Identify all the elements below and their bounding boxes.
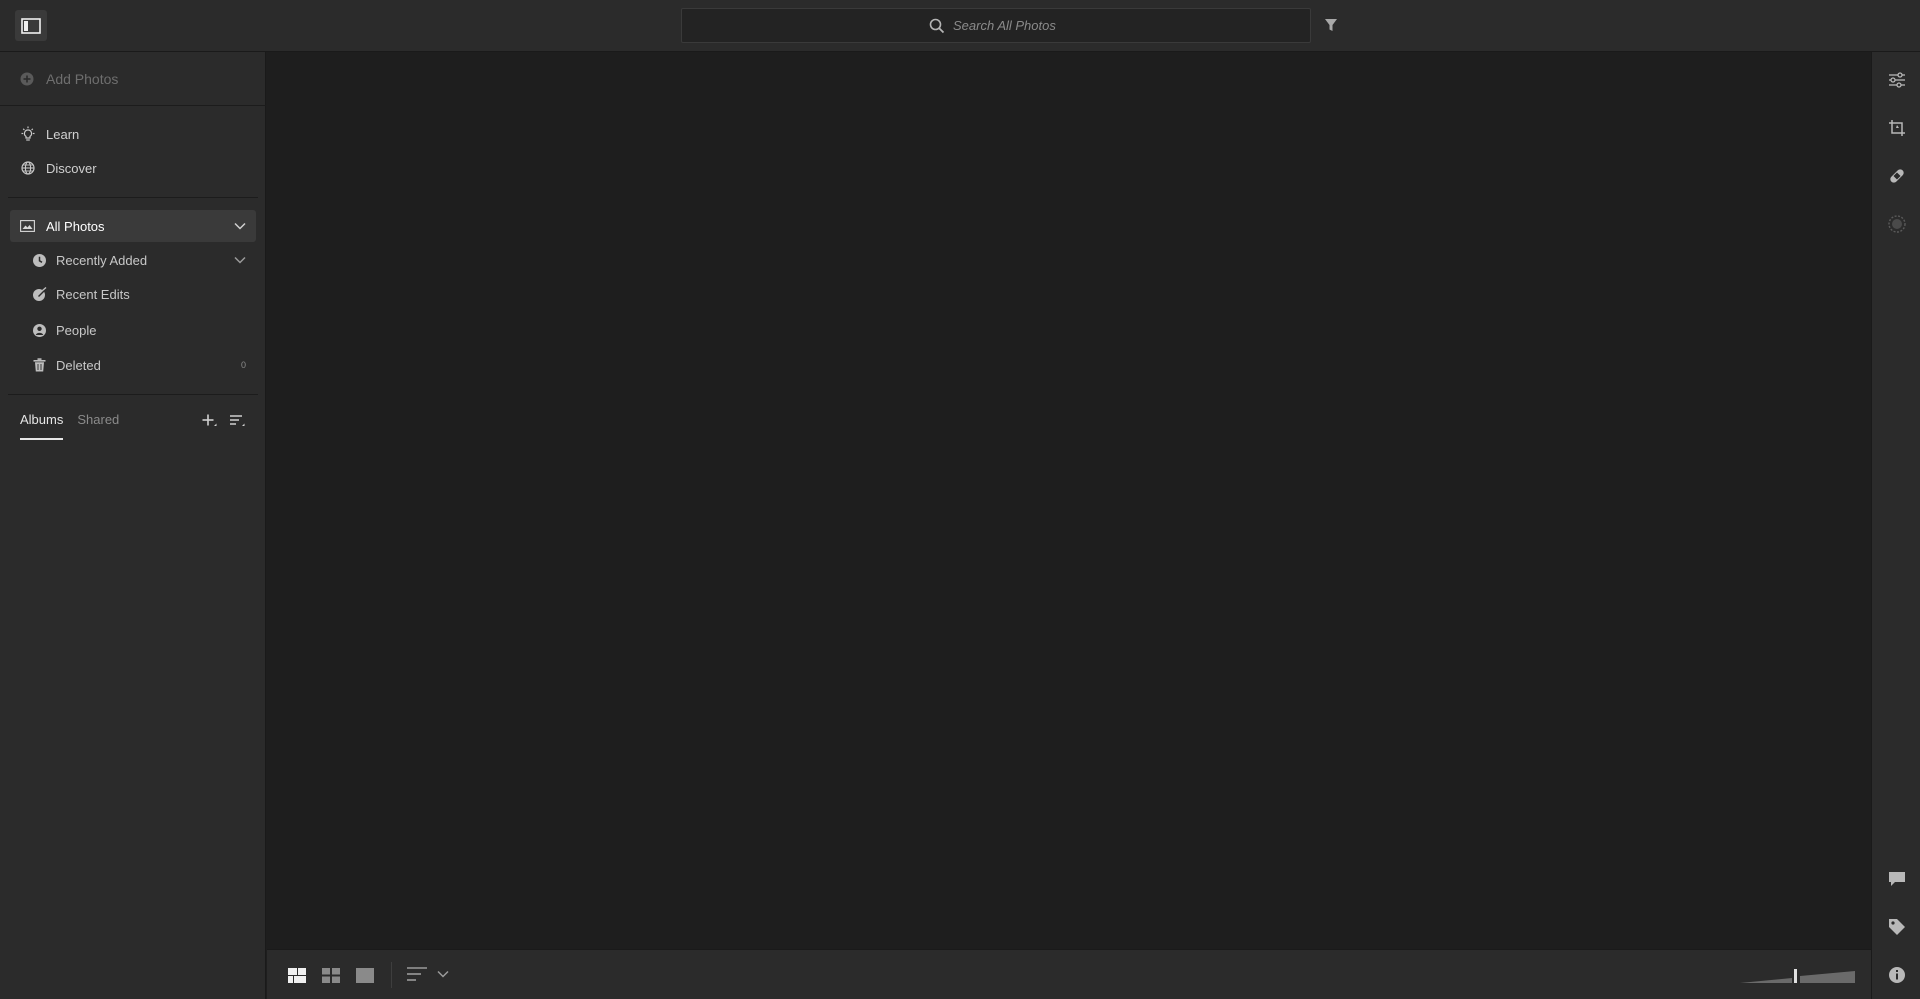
chevron-down-icon[interactable] — [234, 222, 246, 230]
tab-albums[interactable]: Albums — [20, 412, 64, 440]
sort-lines-icon — [407, 967, 427, 981]
sidebar-item-recent-edits[interactable]: Recent Edits — [0, 279, 266, 309]
chevron-down-icon[interactable] — [234, 256, 246, 264]
clock-icon — [31, 252, 47, 268]
person-icon — [31, 322, 47, 338]
detail-view-button[interactable] — [355, 966, 375, 984]
info-icon[interactable] — [1886, 964, 1908, 986]
slider-handle — [1794, 969, 1797, 983]
all-photos-label: All Photos — [46, 218, 105, 234]
masking-icon[interactable] — [1886, 213, 1908, 235]
sidebar-item-label: Recent Edits — [56, 286, 130, 302]
sort-lines-icon — [230, 415, 245, 426]
thumbnail-size-slider[interactable] — [1740, 968, 1855, 984]
edit-sliders-icon[interactable] — [1886, 69, 1908, 91]
sidebar-item-label: Deleted — [56, 357, 101, 373]
photo-grid-view-button[interactable] — [321, 966, 341, 984]
sidebar-divider — [8, 197, 258, 198]
add-photos-label: Add Photos — [46, 70, 119, 87]
globe-icon — [20, 160, 36, 176]
album-actions — [200, 412, 246, 430]
top-bar — [0, 0, 1920, 52]
tab-shared[interactable]: Shared — [77, 412, 119, 440]
plus-circle-icon — [20, 72, 34, 86]
sidebar-item-label: Recently Added — [56, 252, 148, 268]
edit-brush-icon — [31, 286, 47, 302]
photos-icon — [20, 218, 36, 234]
toolbar-divider — [391, 962, 392, 988]
single-photo-icon — [356, 967, 374, 983]
trash-icon — [31, 357, 47, 373]
add-photos-button[interactable]: Add Photos — [0, 52, 266, 106]
photo-grid-icon — [322, 967, 340, 983]
left-sidebar: Add Photos Learn Discover All Photos Rec… — [0, 52, 266, 999]
panel-toggle-icon — [21, 17, 41, 34]
sidebar-item-deleted[interactable]: Deleted 0 — [0, 350, 266, 380]
sort-albums-button[interactable] — [228, 412, 246, 430]
healing-bandage-icon[interactable] — [1886, 165, 1908, 187]
square-grid-view-button[interactable] — [287, 966, 307, 984]
bottom-toolbar — [267, 949, 1871, 999]
search-box[interactable] — [681, 8, 1311, 43]
sidebar-item-people[interactable]: People — [0, 315, 266, 345]
sidebar-item-label: People — [56, 322, 97, 338]
photo-grid-area — [267, 52, 1871, 949]
album-tabs: Albums Shared — [20, 412, 133, 440]
sidebar-item-label: Learn — [46, 126, 80, 142]
square-grid-icon — [288, 967, 306, 983]
comment-icon[interactable] — [1886, 868, 1908, 890]
deleted-count-badge: 0 — [240, 360, 246, 370]
sidebar-divider — [8, 394, 258, 395]
filter-button[interactable] — [1322, 16, 1340, 34]
lightbulb-icon — [20, 126, 36, 142]
sort-button[interactable] — [407, 966, 449, 982]
filter-icon — [1325, 19, 1337, 31]
plus-icon — [202, 414, 217, 426]
chevron-down-icon — [437, 970, 449, 978]
sidebar-item-label: Discover — [46, 160, 97, 176]
tag-icon[interactable] — [1886, 916, 1908, 938]
create-album-button[interactable] — [200, 412, 218, 430]
sidebar-item-learn[interactable]: Learn — [0, 119, 266, 149]
sidebar-item-discover[interactable]: Discover — [0, 153, 266, 183]
toggle-panel-button[interactable] — [15, 10, 47, 41]
search-input[interactable] — [953, 18, 1063, 33]
sidebar-item-all-photos[interactable]: All Photos — [10, 210, 256, 242]
sidebar-item-recently-added[interactable]: Recently Added — [0, 245, 266, 275]
crop-icon[interactable] — [1886, 117, 1908, 139]
app-window: Add Photos Learn — [0, 0, 1920, 999]
right-tool-rail — [1871, 52, 1920, 999]
search-icon — [929, 18, 945, 34]
